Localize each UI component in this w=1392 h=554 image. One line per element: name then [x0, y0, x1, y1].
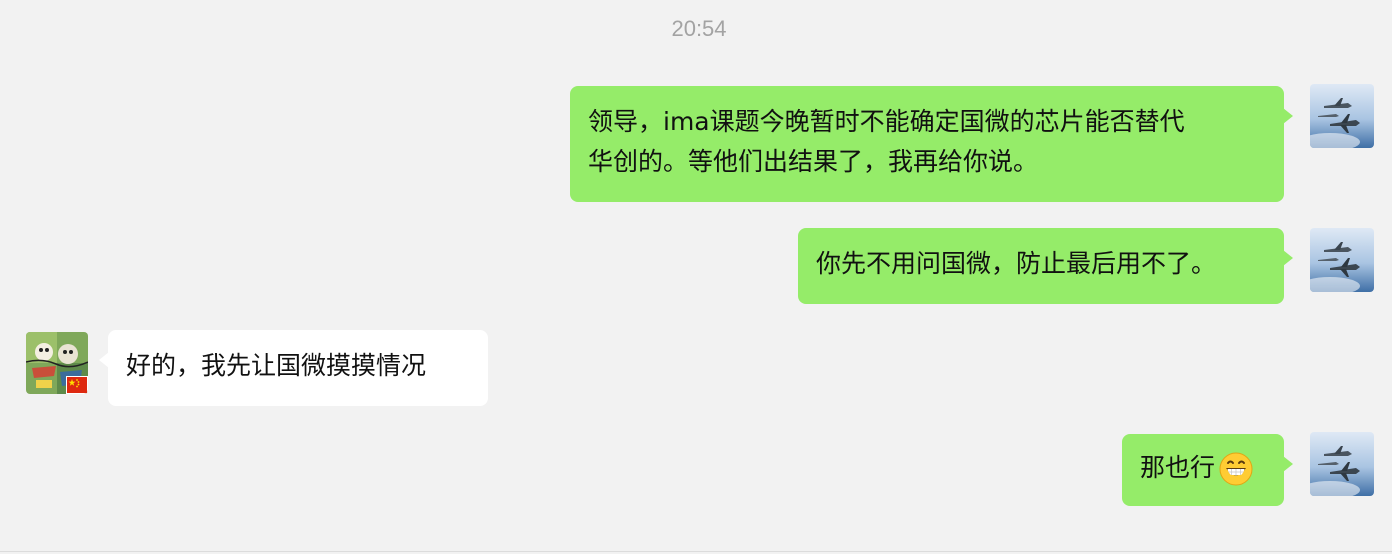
message-line: 华创的。等他们出结果了，我再给你说。: [588, 147, 1039, 176]
message-line: 你先不用问国微，防止最后用不了。: [816, 249, 1217, 278]
self-avatar[interactable]: [1310, 228, 1374, 292]
outgoing-message-bubble[interactable]: 那也行: [1122, 434, 1293, 506]
self-avatar[interactable]: [1310, 84, 1374, 148]
grinning-face-emoji-icon: [1219, 452, 1253, 486]
message-line: 领导，ima课题今晚暂时不能确定国微的芯片能否替代: [588, 107, 1185, 136]
china-flag-badge-icon: [66, 376, 88, 394]
self-avatar[interactable]: [1310, 432, 1374, 496]
contact-avatar[interactable]: [26, 332, 88, 394]
message-timestamp: 20:54: [671, 16, 727, 41]
message-line: 好的，我先让国微摸摸情况: [126, 351, 427, 380]
chat-window: 20:54 领导，ima课题今晚暂时不能确定国微的芯片能否替代 华创的。等他们出…: [0, 0, 1392, 554]
divider: [0, 551, 1392, 552]
outgoing-message-bubble[interactable]: 你先不用问国微，防止最后用不了。: [798, 228, 1293, 304]
incoming-message-bubble[interactable]: 好的，我先让国微摸摸情况: [99, 330, 488, 406]
outgoing-message-bubble[interactable]: 领导，ima课题今晚暂时不能确定国微的芯片能否替代 华创的。等他们出结果了，我再…: [570, 86, 1293, 202]
message-text: 那也行: [1140, 453, 1216, 482]
